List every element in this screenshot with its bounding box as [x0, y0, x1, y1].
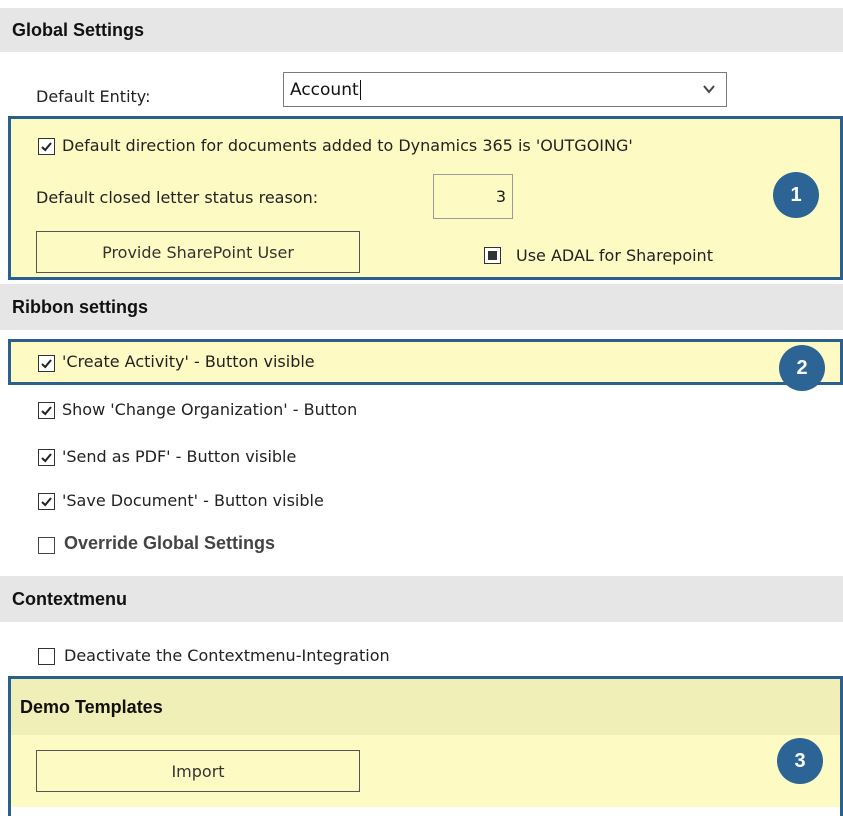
closed-status-input[interactable]: 3 [433, 174, 513, 219]
create-activity-label: 'Create Activity' - Button visible [62, 352, 315, 371]
ribbon-settings-title: Ribbon settings [12, 296, 148, 317]
deactivate-contextmenu-label: Deactivate the Contextmenu-Integration [64, 646, 390, 665]
checkmark-icon [41, 497, 52, 507]
send-as-pdf-label: 'Send as PDF' - Button visible [62, 447, 297, 466]
demo-templates-title: Demo Templates [20, 697, 163, 717]
contextmenu-header: Contextmenu [0, 576, 843, 622]
checkmark-icon [41, 142, 52, 152]
default-entity-value: Account [290, 79, 359, 100]
checkmark-icon [41, 453, 52, 463]
default-entity-select[interactable]: Account [283, 72, 727, 107]
provide-sharepoint-user-button[interactable]: Provide SharePoint User [36, 231, 360, 273]
badge-2: 2 [779, 345, 825, 391]
adal-checkbox-label: Use ADAL for Sharepoint [516, 246, 713, 265]
badge-3: 3 [777, 738, 823, 784]
change-organization-label: Show 'Change Organization' - Button [62, 400, 358, 419]
override-global-settings-checkbox[interactable] [38, 537, 55, 554]
save-document-checkbox[interactable] [38, 493, 55, 510]
ribbon-settings-header: Ribbon settings [0, 284, 843, 330]
global-settings-title: Global Settings [12, 19, 145, 40]
deactivate-contextmenu-checkbox[interactable] [38, 648, 55, 665]
direction-checkbox[interactable] [38, 138, 55, 155]
import-button[interactable]: Import [36, 750, 360, 792]
badge-1: 1 [773, 172, 819, 218]
text-cursor [359, 79, 361, 100]
closed-status-value: 3 [495, 187, 506, 206]
save-document-label: 'Save Document' - Button visible [62, 491, 324, 510]
chevron-down-icon [703, 85, 715, 94]
checkmark-icon [41, 406, 52, 416]
adal-checkbox[interactable] [484, 247, 501, 264]
closed-status-label: Default closed letter status reason: [36, 188, 319, 207]
contextmenu-title: Contextmenu [12, 588, 128, 609]
checkmark-icon [41, 359, 52, 369]
create-activity-checkbox[interactable] [38, 355, 55, 372]
global-settings-header: Global Settings [0, 8, 843, 52]
direction-checkbox-label: Default direction for documents added to… [62, 136, 633, 155]
change-organization-checkbox[interactable] [38, 402, 55, 419]
send-as-pdf-checkbox[interactable] [38, 449, 55, 466]
indeterminate-square-icon [488, 251, 497, 260]
default-entity-label: Default Entity: [36, 87, 151, 106]
override-global-settings-label: Override Global Settings [64, 533, 276, 553]
